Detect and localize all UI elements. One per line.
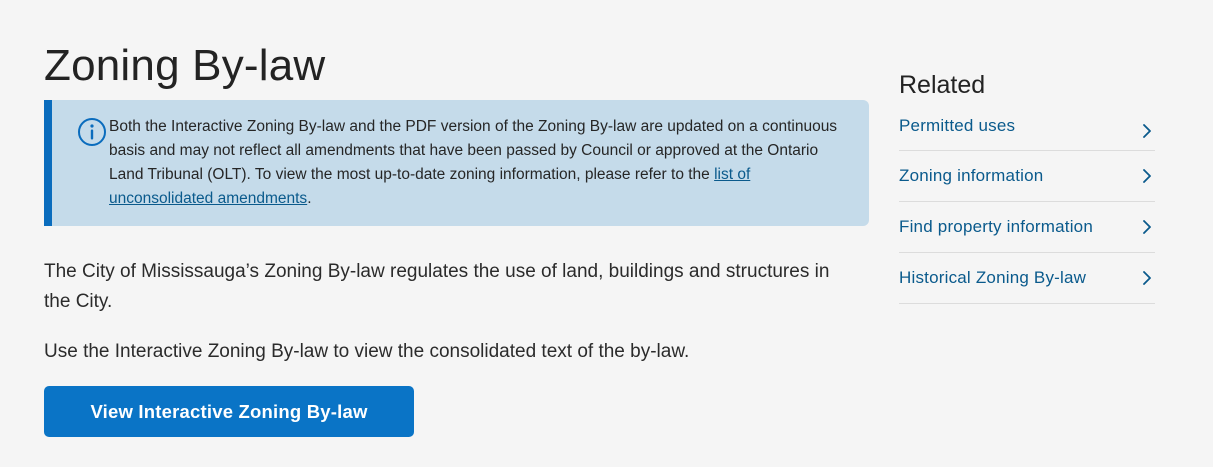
- related-title: Related: [899, 71, 986, 99]
- related-sidebar: Related Permitted uses Zoning informatio…: [899, 70, 1155, 304]
- related-item-label: Find property information: [899, 217, 1093, 236]
- chevron-right-icon: [1143, 169, 1151, 183]
- related-item-historical-zoning-bylaw[interactable]: Historical Zoning By-law: [899, 253, 1155, 304]
- related-item-label: Historical Zoning By-law: [899, 268, 1087, 287]
- view-interactive-zoning-bylaw-button[interactable]: View Interactive Zoning By-law: [44, 386, 414, 437]
- interactive-paragraph: Use the Interactive Zoning By-law to vie…: [44, 341, 690, 362]
- chevron-right-icon: [1143, 220, 1151, 234]
- related-item-label: Zoning information: [899, 166, 1044, 185]
- intro-paragraph: The City of Mississauga’s Zoning By-law …: [44, 261, 830, 312]
- page-title: Zoning By-law: [44, 41, 326, 90]
- related-item-zoning-information[interactable]: Zoning information: [899, 151, 1155, 202]
- notice-text: Both the Interactive Zoning By-law and t…: [109, 115, 849, 211]
- related-item-label: Permitted uses: [899, 116, 1016, 135]
- info-notice: Both the Interactive Zoning By-law and t…: [44, 100, 869, 226]
- related-list: Permitted uses Zoning information Find p…: [899, 106, 1155, 304]
- page: Zoning By-law Both the Interactive Zonin…: [0, 0, 1213, 467]
- related-item-find-property-information[interactable]: Find property information: [899, 202, 1155, 253]
- chevron-right-icon: [1143, 271, 1151, 285]
- chevron-right-icon: [1143, 124, 1151, 138]
- info-icon: [78, 118, 106, 146]
- notice-text-after: .: [307, 190, 312, 207]
- related-item-permitted-uses[interactable]: Permitted uses: [899, 106, 1155, 151]
